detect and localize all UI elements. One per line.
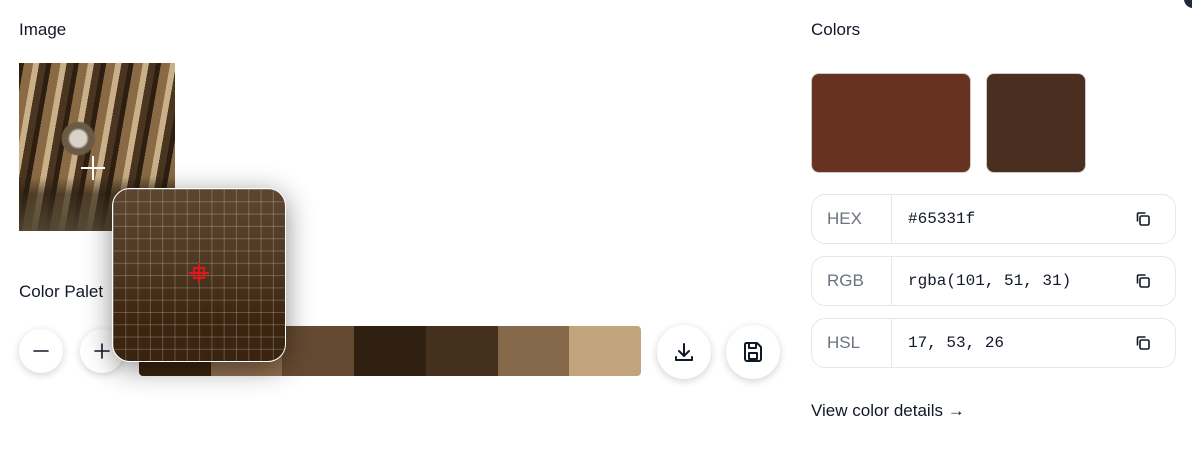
copy-icon (1136, 336, 1150, 350)
rgb-value-row: RGB rgba(101, 51, 31) (811, 256, 1176, 306)
save-icon (743, 342, 762, 362)
target-pixel-icon (189, 263, 209, 283)
palette-swatch[interactable] (497, 326, 570, 376)
palette-swatch[interactable] (569, 326, 641, 376)
copy-icon (1136, 212, 1150, 226)
copy-rgb-button[interactable] (1123, 261, 1163, 301)
hsl-label: HSL (812, 319, 892, 367)
palette-swatch[interactable] (282, 326, 355, 376)
primary-color-swatch[interactable] (811, 73, 971, 173)
hsl-value: 17, 53, 26 (908, 334, 1005, 352)
magnifier-loupe (112, 188, 286, 362)
copy-hex-button[interactable] (1123, 199, 1163, 239)
save-palette-button[interactable] (726, 325, 780, 379)
colors-section-title: Colors (811, 20, 861, 39)
secondary-color-swatch[interactable] (986, 73, 1086, 173)
rgb-value: rgba(101, 51, 31) (908, 272, 1072, 290)
rgb-label: RGB (812, 257, 892, 305)
image-crosshair-vertical (92, 156, 94, 180)
hex-value: #65331f (908, 210, 976, 228)
download-icon (675, 343, 693, 361)
palette-section-title: Color Palet (19, 282, 104, 301)
hex-value-row: HEX #65331f (811, 194, 1176, 244)
copy-icon (1136, 274, 1150, 288)
corner-indicator (1184, 0, 1192, 8)
plus-icon (94, 343, 110, 359)
palette-swatch[interactable] (354, 326, 426, 376)
minus-icon (33, 350, 49, 352)
copy-hsl-button[interactable] (1123, 323, 1163, 363)
palette-swatch[interactable] (425, 326, 498, 376)
download-palette-button[interactable] (657, 325, 711, 379)
image-section-title: Image (19, 20, 67, 39)
hex-label: HEX (812, 195, 892, 243)
hsl-value-row: HSL 17, 53, 26 (811, 318, 1176, 368)
zoom-out-button[interactable] (19, 329, 63, 373)
view-color-details-link[interactable]: View color details → (811, 401, 965, 421)
